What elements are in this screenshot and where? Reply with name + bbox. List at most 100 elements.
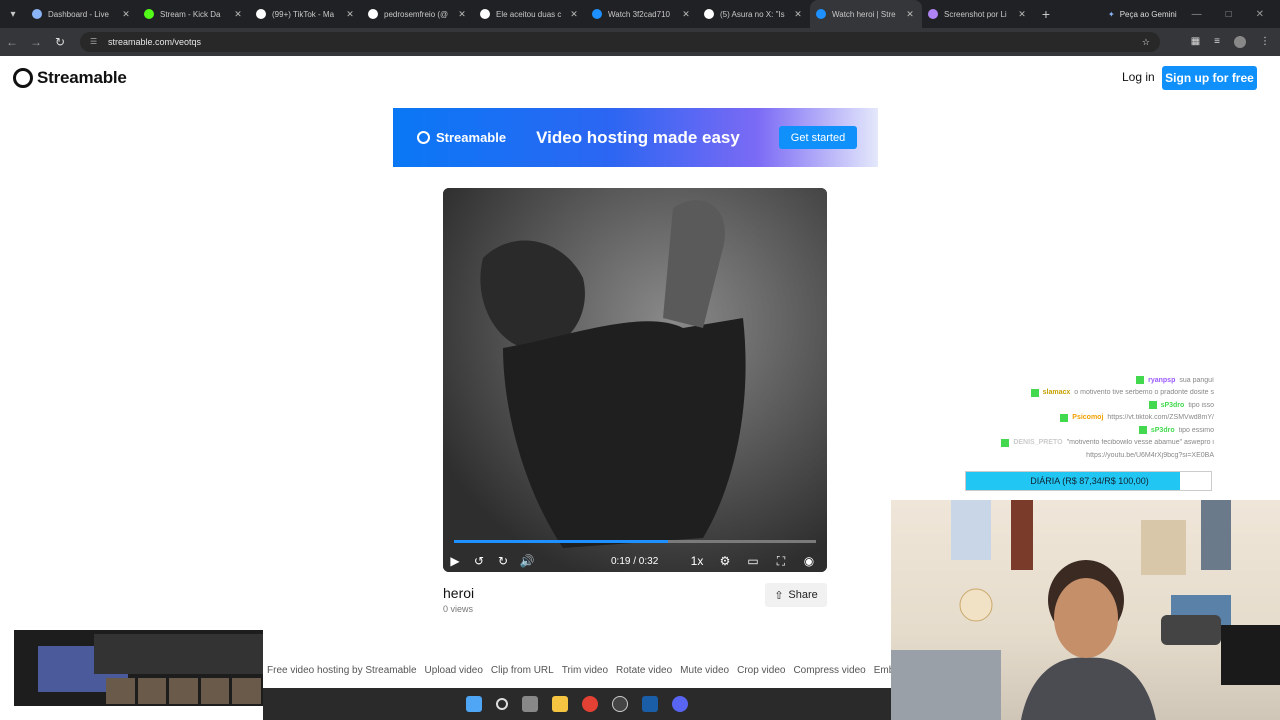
forward-icon[interactable]: → bbox=[24, 35, 48, 49]
playback-speed[interactable]: 1x bbox=[685, 554, 709, 569]
chat-username: slamacx bbox=[1042, 389, 1071, 397]
site-info-icon[interactable]: ☰ bbox=[90, 37, 100, 47]
address-bar[interactable]: ☰ streamable.com/veotqs ☆ bbox=[80, 32, 1160, 52]
play-icon[interactable]: ▶ bbox=[443, 554, 467, 568]
browser-tab[interactable]: Watch 3f2cad710 ✕ bbox=[586, 0, 698, 28]
gemini-button[interactable]: ✦ Peça ao Gemini bbox=[1098, 4, 1187, 24]
search-icon[interactable] bbox=[496, 698, 508, 710]
browser-tab[interactable]: Screenshot por Li ✕ bbox=[922, 0, 1034, 28]
chat-text: https://vt.tiktok.com/ZSMVwd8mY/ bbox=[1107, 414, 1214, 422]
windows-start-icon[interactable] bbox=[466, 696, 482, 712]
tab-close-icon[interactable]: ✕ bbox=[120, 9, 132, 20]
footer-link[interactable]: Embed vid bbox=[874, 665, 891, 676]
browser-tab[interactable]: Dashboard - Live ✕ bbox=[26, 0, 138, 28]
video-player[interactable]: ▶ ↺ ↻ 🔊 0:19 / 0:32 1x ⚙ ▭ ⛶ ◉ bbox=[443, 188, 827, 572]
footer-link[interactable]: Rotate video bbox=[616, 665, 672, 676]
obs-icon[interactable] bbox=[612, 696, 628, 712]
footer-link[interactable]: Trim video bbox=[562, 665, 608, 676]
share-icon: ⇧ bbox=[774, 589, 784, 602]
share-button[interactable]: ⇧ Share bbox=[765, 583, 827, 607]
browser-tab[interactable]: Stream - Kick Da ✕ bbox=[138, 0, 250, 28]
streamable-player-icon[interactable]: ◉ bbox=[797, 554, 821, 569]
fullscreen-icon[interactable]: ⛶ bbox=[769, 554, 793, 569]
tab-title: (99+) TikTok - Ma bbox=[272, 9, 335, 19]
volume-icon[interactable]: 🔊 bbox=[515, 554, 539, 568]
tab-favicon-icon bbox=[32, 9, 42, 19]
footer-link[interactable]: Compress video bbox=[793, 665, 865, 676]
settings-gear-icon[interactable]: ⚙ bbox=[713, 554, 737, 569]
tab-favicon-icon bbox=[816, 9, 826, 19]
banner-tagline: Video hosting made easy bbox=[536, 127, 740, 147]
tab-favicon-icon bbox=[592, 9, 602, 19]
profile-avatar[interactable] bbox=[1234, 36, 1246, 48]
video-progress-bar[interactable] bbox=[454, 540, 816, 543]
tab-close-icon[interactable]: ✕ bbox=[344, 9, 356, 20]
extensions-icon[interactable]: ▦ bbox=[1191, 36, 1200, 48]
tab-title: Watch heroi | Stre bbox=[832, 9, 896, 19]
browser-tab[interactable]: (5) Asura no X: "Is ✕ bbox=[698, 0, 810, 28]
footer-link[interactable]: Free video hosting by Streamable bbox=[267, 665, 417, 676]
more-menu-icon[interactable]: ⋮ bbox=[1260, 36, 1270, 48]
maximize-icon[interactable]: □ bbox=[1226, 9, 1232, 20]
tab-close-icon[interactable]: ✕ bbox=[456, 9, 468, 20]
signup-button[interactable]: Sign up for free bbox=[1162, 66, 1257, 90]
reload-icon[interactable]: ↻ bbox=[48, 35, 72, 49]
steam-icon[interactable] bbox=[642, 696, 658, 712]
tab-favicon-icon bbox=[144, 9, 154, 19]
tab-search-icon[interactable]: ▾ bbox=[0, 0, 26, 28]
footer-link[interactable]: Mute video bbox=[680, 665, 729, 676]
chat-text: "motivento fecibowilo vesse abamue" aswe… bbox=[1066, 439, 1214, 447]
chat-message: slamacx o motivento tive serbemo o pradon… bbox=[960, 387, 1214, 400]
new-tab-button[interactable]: + bbox=[1034, 6, 1058, 22]
back-icon[interactable]: ← bbox=[0, 35, 24, 49]
rewind-icon[interactable]: ↺ bbox=[467, 554, 491, 568]
kick-badge-icon bbox=[1136, 376, 1145, 385]
media-icon[interactable]: ≡ bbox=[1214, 36, 1220, 48]
footer-link[interactable]: Clip from URL bbox=[491, 665, 554, 676]
tab-close-icon[interactable]: ✕ bbox=[792, 9, 804, 20]
video-views: 0 views bbox=[443, 604, 474, 614]
chrome-icon[interactable] bbox=[582, 696, 598, 712]
tab-favicon-icon bbox=[928, 9, 938, 19]
tab-close-icon[interactable]: ✕ bbox=[680, 9, 692, 20]
taskbar bbox=[263, 688, 891, 720]
url-text: streamable.com/veotqs bbox=[108, 37, 202, 47]
chat-username: Psicomoj bbox=[1072, 414, 1104, 422]
browser-tab[interactable]: Ele aceitou duas c ✕ bbox=[474, 0, 586, 28]
task-view-icon[interactable] bbox=[522, 696, 538, 712]
chat-message: Psicomoj https://vt.tiktok.com/ZSMVwd8mY/ bbox=[960, 412, 1214, 425]
login-link[interactable]: Log in bbox=[1122, 70, 1155, 84]
tab-close-icon[interactable]: ✕ bbox=[1016, 9, 1028, 20]
footer-link[interactable]: Crop video bbox=[737, 665, 785, 676]
minimize-icon[interactable]: — bbox=[1192, 9, 1202, 20]
page: Streamable Log in Sign up for free Strea… bbox=[0, 56, 1280, 720]
tab-title: Ele aceitou duas c bbox=[496, 9, 562, 19]
tab-close-icon[interactable]: ✕ bbox=[904, 9, 916, 20]
browser-tab[interactable]: (99+) TikTok - Ma ✕ bbox=[250, 0, 362, 28]
chat-username: DENIS_PRETO bbox=[1013, 439, 1063, 447]
promo-banner[interactable]: Streamable Video hosting made easy Get s… bbox=[393, 108, 878, 167]
chat-text: sua panguí bbox=[1179, 376, 1214, 384]
theater-mode-icon[interactable]: ▭ bbox=[741, 554, 765, 569]
fast-forward-icon[interactable]: ↻ bbox=[491, 554, 515, 568]
streamable-logo[interactable]: Streamable bbox=[13, 68, 127, 88]
footer-link[interactable]: Upload video bbox=[425, 665, 483, 676]
get-started-button[interactable]: Get started bbox=[779, 126, 857, 149]
browser-tab[interactable]: pedrosemfreio (@ ✕ bbox=[362, 0, 474, 28]
kick-badge-icon bbox=[1030, 388, 1039, 397]
gemini-icon: ✦ bbox=[1108, 9, 1115, 19]
discord-icon[interactable] bbox=[672, 696, 688, 712]
tab-favicon-icon bbox=[704, 9, 714, 19]
chat-message: sP3dro tipo isso bbox=[960, 399, 1214, 412]
video-title: heroi bbox=[443, 585, 475, 601]
streamable-logo-icon bbox=[13, 68, 33, 88]
tab-close-icon[interactable]: ✕ bbox=[568, 9, 580, 20]
chat-message: sP3dro tipo essimo bbox=[960, 424, 1214, 437]
tab-close-icon[interactable]: ✕ bbox=[232, 9, 244, 20]
file-explorer-icon[interactable] bbox=[552, 696, 568, 712]
brand-name: Streamable bbox=[37, 68, 127, 87]
close-window-icon[interactable]: ✕ bbox=[1256, 9, 1264, 20]
browser-tab[interactable]: Watch heroi | Stre ✕ bbox=[810, 0, 922, 28]
bookmark-star-icon[interactable]: ☆ bbox=[1142, 37, 1150, 48]
video-controls: ▶ ↺ ↻ 🔊 0:19 / 0:32 1x ⚙ ▭ ⛶ ◉ bbox=[443, 550, 827, 572]
